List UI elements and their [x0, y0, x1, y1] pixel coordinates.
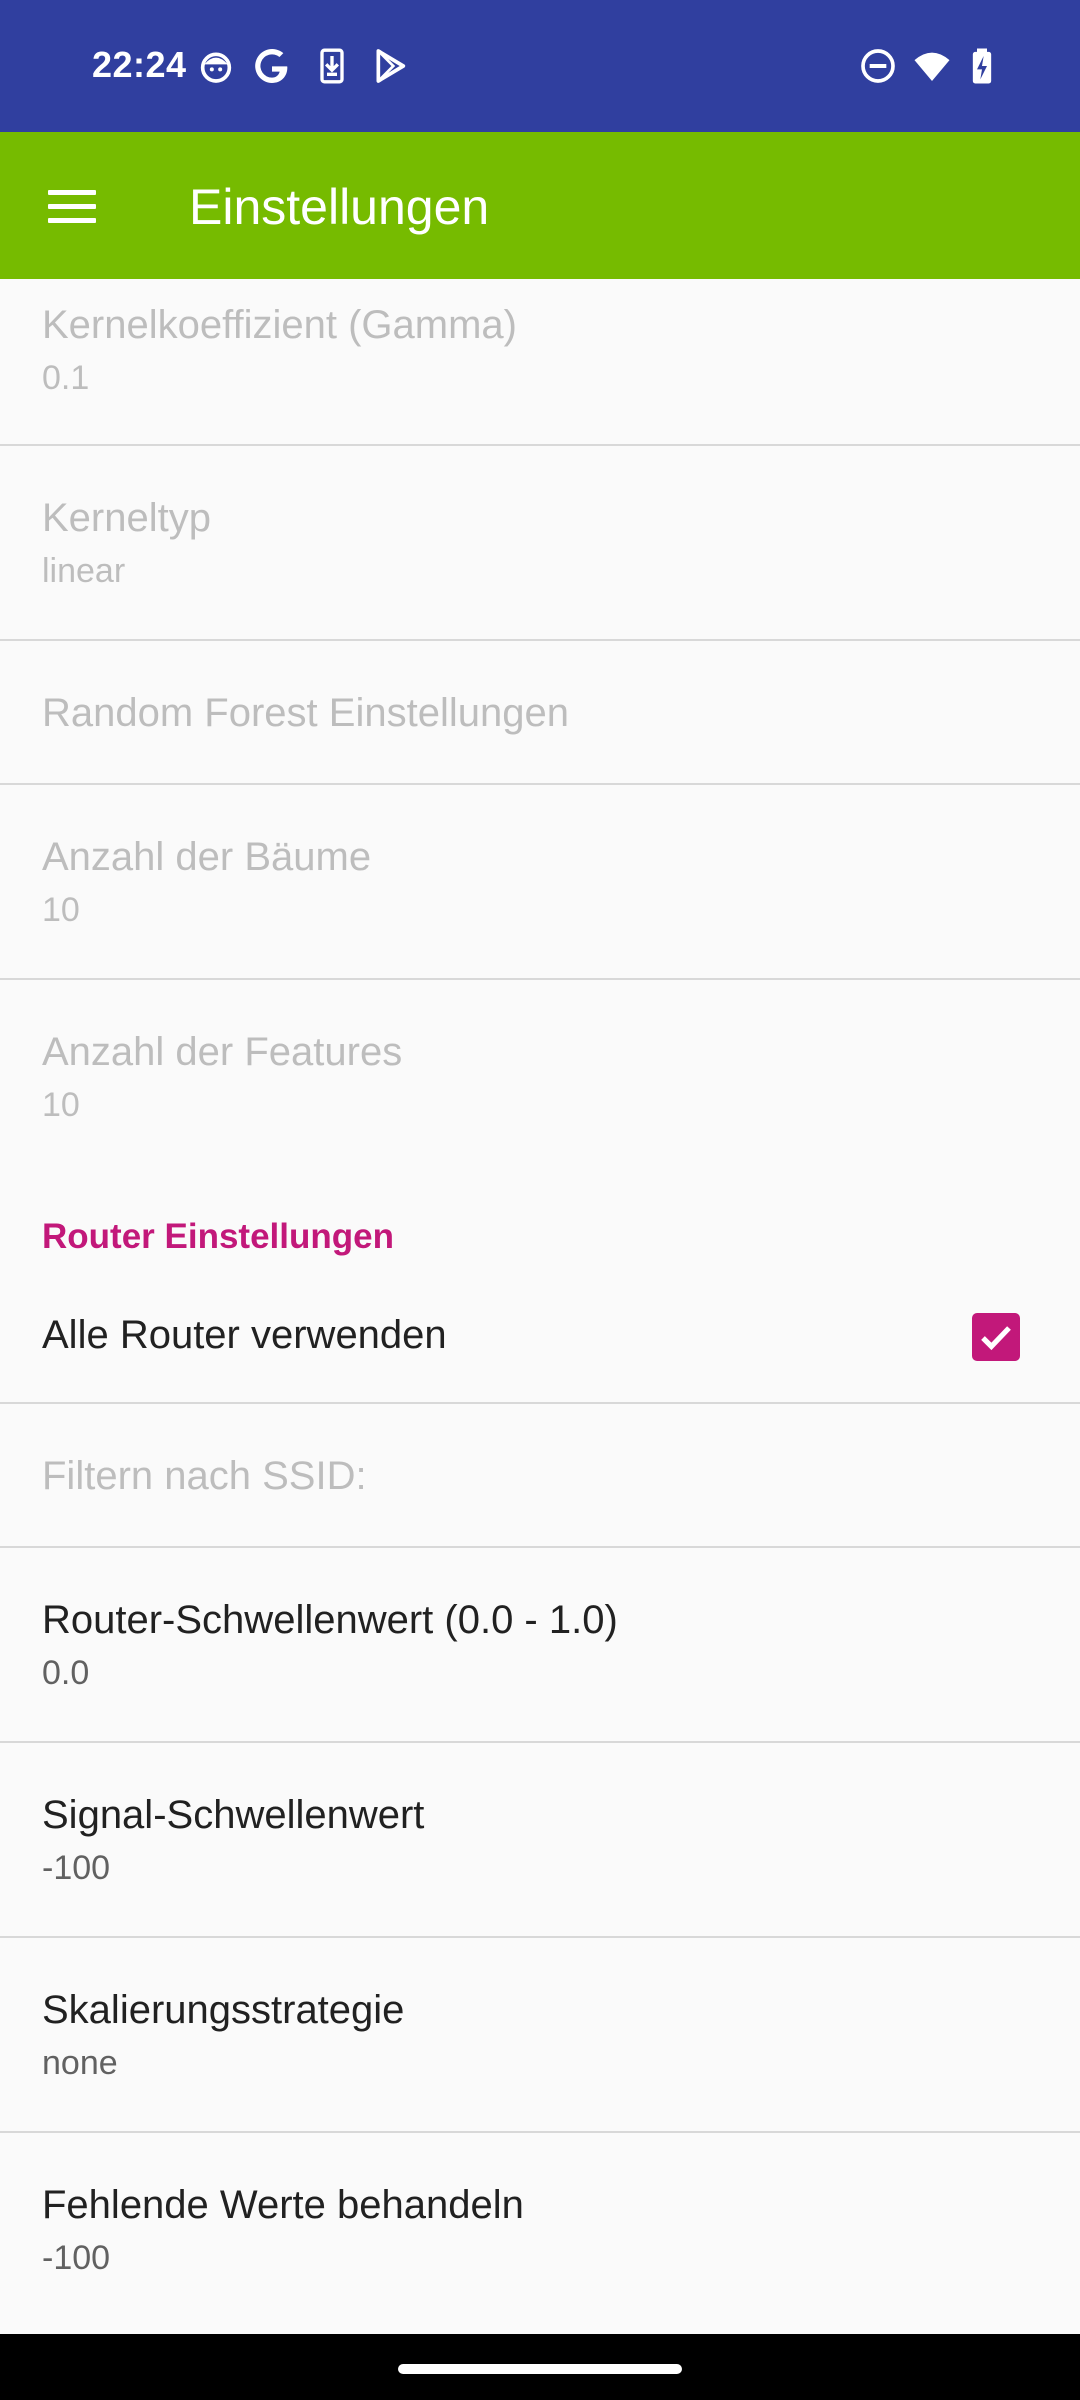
- face-icon: [196, 46, 236, 86]
- pref-use-all-routers[interactable]: Alle Router verwenden: [0, 1273, 1080, 1404]
- pref-kernel-gamma: Kernelkoeffizient (Gamma) 0.1: [0, 279, 1080, 446]
- status-time: 22:24: [92, 44, 187, 85]
- pref-title: Kernelkoeffizient (Gamma): [42, 303, 517, 347]
- google-icon: [252, 46, 292, 86]
- pref-number-of-trees: Anzahl der Bäume 10: [0, 785, 1080, 980]
- pref-kernel-type: Kerneltyp linear: [0, 446, 1080, 641]
- pref-filter-ssid: Filtern nach SSID:: [0, 1404, 1080, 1548]
- settings-screen: 22:24 Einstellungen Kernelkoeffizient (G…: [0, 0, 1080, 2400]
- pref-number-of-features: Anzahl der Features 10: [0, 980, 1080, 1175]
- use-all-routers-checkbox[interactable]: [972, 1313, 1020, 1361]
- pref-random-forest-settings: Random Forest Einstellungen: [0, 641, 1080, 785]
- battery-charging-icon: [962, 46, 1002, 86]
- pref-summary: 10: [42, 891, 80, 929]
- wifi-icon: [912, 46, 952, 86]
- pref-router-threshold[interactable]: Router-Schwellenwert (0.0 - 1.0) 0.0: [0, 1548, 1080, 1743]
- preferences-list[interactable]: Kernelkoeffizient (Gamma) 0.1 Kerneltyp …: [0, 279, 1080, 2334]
- pref-summary: linear: [42, 552, 126, 590]
- pref-title: Kerneltyp: [42, 496, 211, 540]
- pref-title: Skalierungsstrategie: [42, 1988, 405, 2032]
- pref-title: Alle Router verwenden: [42, 1313, 447, 1357]
- pref-signal-threshold[interactable]: Signal-Schwellenwert -100: [0, 1743, 1080, 1938]
- do-not-disturb-icon: [858, 46, 898, 86]
- status-bar: 22:24: [0, 0, 1080, 132]
- router-category-header: Router Einstellungen: [0, 1175, 1080, 1273]
- navigation-bar: [0, 2334, 1080, 2400]
- pref-title: Anzahl der Bäume: [42, 835, 372, 879]
- pref-summary: -100: [42, 1849, 111, 1887]
- play-store-icon: [370, 46, 410, 86]
- hamburger-menu-icon[interactable]: [30, 170, 114, 242]
- pref-title: Router-Schwellenwert (0.0 - 1.0): [42, 1598, 618, 1642]
- pref-title: Fehlende Werte behandeln: [42, 2183, 524, 2227]
- pref-summary: -100: [42, 2239, 111, 2277]
- pref-title: Filtern nach SSID:: [42, 1454, 367, 1498]
- pref-summary: 0.0: [42, 1654, 90, 1692]
- pref-summary: none: [42, 2044, 118, 2082]
- home-gesture-handle[interactable]: [398, 2364, 682, 2374]
- pref-title: Random Forest Einstellungen: [42, 691, 569, 735]
- app-title: Einstellungen: [189, 179, 490, 235]
- pref-title: Signal-Schwellenwert: [42, 1793, 425, 1837]
- pref-missing-values[interactable]: Fehlende Werte behandeln -100: [0, 2133, 1080, 2328]
- download-icon: [312, 46, 352, 86]
- category-title: Router Einstellungen: [42, 1217, 394, 1256]
- pref-scaling-strategy[interactable]: Skalierungsstrategie none: [0, 1938, 1080, 2133]
- app-bar: Einstellungen: [0, 132, 1080, 279]
- pref-summary: 0.1: [42, 359, 90, 397]
- pref-title: Anzahl der Features: [42, 1030, 403, 1074]
- pref-summary: 10: [42, 1086, 80, 1124]
